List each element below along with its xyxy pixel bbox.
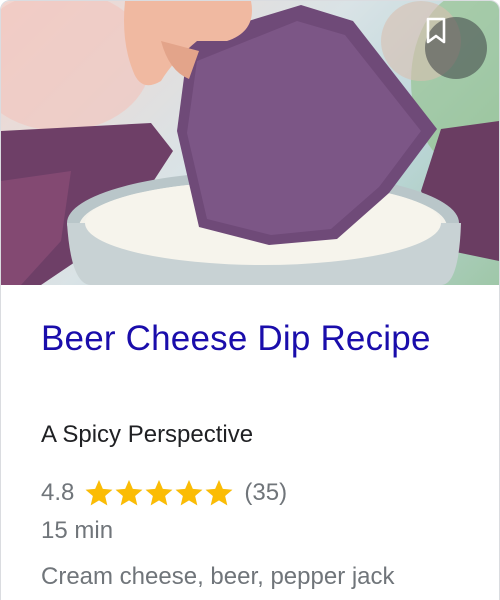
bookmark-button[interactable] — [425, 17, 487, 79]
star-icon — [145, 480, 173, 506]
rating-row: 4.8 (35) — [41, 477, 287, 509]
star-icon — [85, 480, 113, 506]
bookmark-icon — [426, 17, 446, 44]
recipe-photo[interactable] — [1, 1, 499, 285]
star-icon — [115, 480, 143, 506]
ingredients-list: Cream cheese, beer, pepper jack — [41, 563, 395, 590]
star-icon — [175, 480, 203, 506]
rating-value: 4.8 — [41, 479, 75, 506]
recipe-card[interactable]: Beer Cheese Dip Recipe A Spicy Perspecti… — [0, 0, 500, 600]
cook-time: 15 min — [41, 517, 114, 544]
review-count: (35) — [244, 479, 288, 506]
star-rating — [84, 478, 234, 508]
star-icon — [205, 480, 233, 506]
recipe-title-link[interactable]: Beer Cheese Dip Recipe — [41, 319, 431, 359]
recipe-source: A Spicy Perspective — [41, 421, 254, 448]
